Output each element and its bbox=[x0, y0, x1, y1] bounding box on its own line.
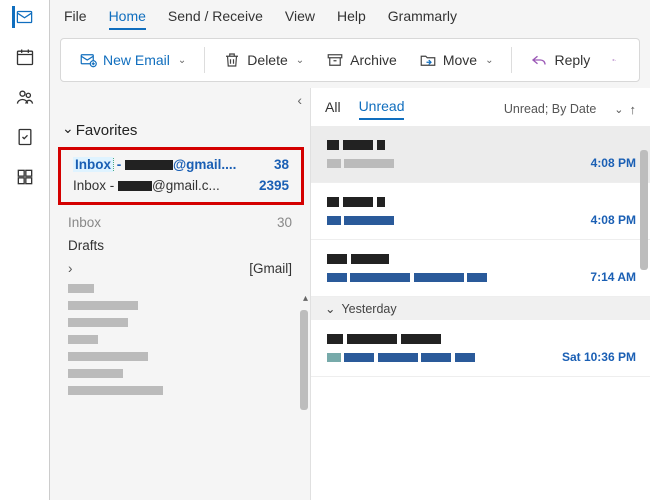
menu-file[interactable]: File bbox=[64, 8, 87, 30]
folder-label: Inbox - @gmail.... bbox=[73, 157, 236, 172]
unread-count: 2395 bbox=[259, 178, 289, 193]
folder-gmail[interactable]: [Gmail] bbox=[50, 257, 310, 280]
message-from bbox=[327, 250, 634, 266]
folder-item[interactable] bbox=[50, 314, 310, 331]
content-row: ‹ Favorites Inbox - @gmail.... 38 Inbox … bbox=[50, 88, 650, 500]
folder-item[interactable] bbox=[50, 297, 310, 314]
chevron-down-icon[interactable]: ⌄ bbox=[614, 103, 623, 116]
archive-label: Archive bbox=[350, 52, 397, 68]
message-item[interactable]: 4:08 PM bbox=[311, 126, 650, 183]
group-header-yesterday[interactable]: ⌄ Yesterday bbox=[311, 297, 650, 320]
new-email-button[interactable]: New Email ⌄ bbox=[71, 47, 194, 73]
folder-pane: ‹ Favorites Inbox - @gmail.... 38 Inbox … bbox=[50, 88, 310, 500]
favorite-inbox-2[interactable]: Inbox - @gmail.c... 2395 bbox=[63, 175, 299, 196]
menu-grammarly[interactable]: Grammarly bbox=[388, 8, 457, 30]
sort-label[interactable]: Unread; By Date bbox=[504, 102, 596, 116]
tab-all[interactable]: All bbox=[325, 99, 341, 119]
message-item[interactable]: 4:08 PM bbox=[311, 183, 650, 240]
nav-rail bbox=[0, 0, 50, 500]
chevron-down-icon[interactable]: ⌄ bbox=[178, 55, 186, 66]
reply-all-button[interactable] bbox=[604, 47, 624, 73]
mail-icon[interactable] bbox=[12, 6, 34, 28]
apps-icon[interactable] bbox=[14, 166, 36, 188]
menu-send-receive[interactable]: Send / Receive bbox=[168, 8, 263, 30]
archive-button[interactable]: Archive bbox=[318, 47, 405, 73]
message-subject bbox=[327, 156, 634, 170]
message-list-header: All Unread Unread; By Date ⌄ ↑ bbox=[311, 88, 650, 126]
message-list-pane: All Unread Unread; By Date ⌄ ↑ 4:08 PM bbox=[310, 88, 650, 500]
collapse-pane-icon[interactable]: ‹ bbox=[297, 92, 302, 108]
chevron-down-icon: ⌄ bbox=[325, 301, 335, 316]
favorite-inbox-1[interactable]: Inbox - @gmail.... 38 bbox=[63, 154, 299, 175]
move-button[interactable]: Move ⌄ bbox=[411, 47, 502, 73]
message-item[interactable]: 7:14 AM bbox=[311, 240, 650, 297]
folder-inbox[interactable]: Inbox30 bbox=[50, 211, 310, 234]
folder-item[interactable] bbox=[50, 365, 310, 382]
calendar-icon[interactable] bbox=[14, 46, 36, 68]
new-email-label: New Email bbox=[103, 52, 170, 68]
folder-item[interactable] bbox=[50, 348, 310, 365]
message-subject bbox=[327, 270, 634, 284]
annotation-highlight: Inbox - @gmail.... 38 Inbox - @gmail.c..… bbox=[58, 147, 304, 205]
people-icon[interactable] bbox=[14, 86, 36, 108]
menu-help[interactable]: Help bbox=[337, 8, 366, 30]
message-subject bbox=[327, 213, 634, 227]
chevron-down-icon[interactable]: ⌄ bbox=[296, 55, 304, 66]
reply-label: Reply bbox=[554, 52, 590, 68]
move-label: Move bbox=[443, 52, 477, 68]
tab-unread[interactable]: Unread bbox=[359, 98, 405, 120]
message-time: Sat 10:36 PM bbox=[562, 350, 636, 364]
folder-label: Inbox - @gmail.c... bbox=[73, 178, 220, 193]
scroll-up-icon[interactable]: ▴ bbox=[303, 293, 308, 304]
folder-item[interactable] bbox=[50, 382, 310, 399]
delete-label: Delete bbox=[247, 52, 287, 68]
message-from bbox=[327, 193, 634, 209]
menu-bar: File Home Send / Receive View Help Gramm… bbox=[50, 0, 650, 34]
separator bbox=[204, 47, 205, 73]
folder-drafts[interactable]: Drafts bbox=[50, 234, 310, 257]
separator bbox=[511, 47, 512, 73]
favorites-header[interactable]: Favorites bbox=[50, 118, 310, 145]
arrow-up-icon[interactable]: ↑ bbox=[630, 102, 637, 117]
message-time: 4:08 PM bbox=[591, 213, 636, 227]
message-list: 4:08 PM 4:08 PM 7:14 AM ⌄ Yesterday bbox=[311, 126, 650, 500]
message-item[interactable]: Sat 10:36 PM bbox=[311, 320, 650, 377]
unread-count: 38 bbox=[274, 157, 289, 172]
message-from bbox=[327, 330, 634, 346]
chevron-down-icon[interactable]: ⌄ bbox=[485, 55, 493, 66]
scrollbar-thumb[interactable] bbox=[300, 310, 308, 410]
message-from bbox=[327, 136, 634, 152]
scrollbar-thumb[interactable] bbox=[640, 150, 648, 270]
main-area: File Home Send / Receive View Help Gramm… bbox=[50, 0, 650, 500]
message-time: 7:14 AM bbox=[590, 270, 636, 284]
tasks-icon[interactable] bbox=[14, 126, 36, 148]
delete-button[interactable]: Delete ⌄ bbox=[215, 47, 312, 73]
toolbar: New Email ⌄ Delete ⌄ Archive Move ⌄ Repl… bbox=[60, 38, 640, 82]
menu-home[interactable]: Home bbox=[109, 8, 146, 30]
reply-button[interactable]: Reply bbox=[522, 47, 598, 73]
menu-view[interactable]: View bbox=[285, 8, 315, 30]
message-time: 4:08 PM bbox=[591, 156, 636, 170]
folder-item[interactable] bbox=[50, 280, 310, 297]
folder-item[interactable] bbox=[50, 331, 310, 348]
